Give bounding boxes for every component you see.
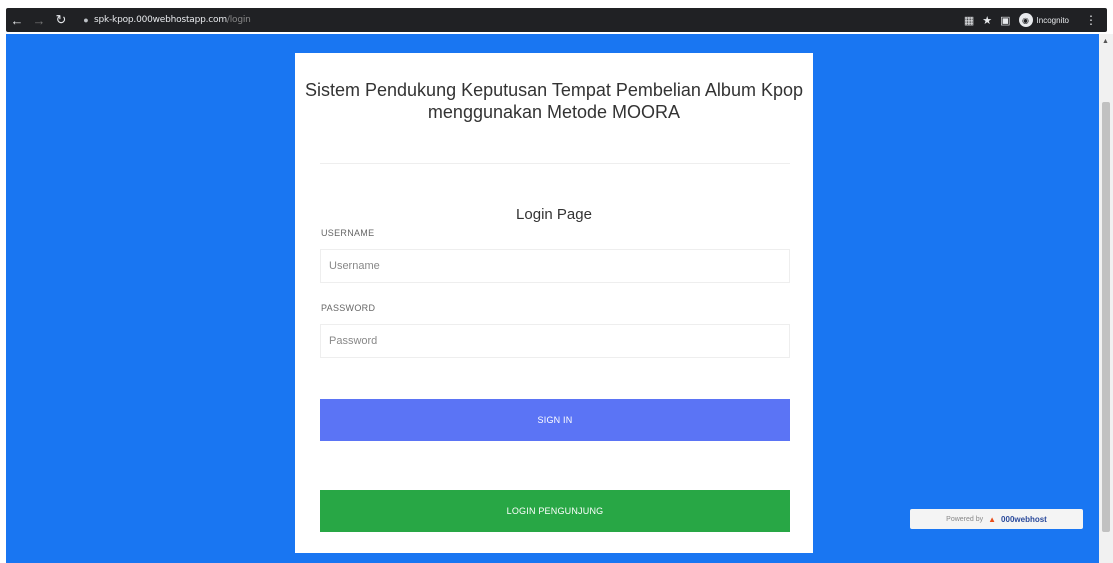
username-input[interactable] [320,249,790,283]
address-bar[interactable]: spk-kpop.000webhostapp.com/login [94,15,251,25]
divider [320,163,790,164]
page-viewport: Sistem Pendukung Keputusan Tempat Pembel… [6,34,1099,563]
incognito-indicator[interactable]: ◉ Incognito [1018,13,1069,27]
lock-icon[interactable]: ● [78,15,94,25]
page-title: Sistem Pendukung Keputusan Tempat Pembel… [305,80,803,122]
page-scrollbar[interactable]: ▲ [1099,34,1113,563]
visitor-login-button[interactable]: LOGIN PENGUNJUNG [320,490,790,532]
webhost-logo-icon: ▲ [988,514,997,524]
url-host: spk-kpop.000webhostapp.com [94,15,227,25]
scroll-up-icon[interactable]: ▲ [1102,38,1109,45]
star-icon[interactable]: ★ [982,14,992,27]
browser-toolbar: ← → ↻ ● spk-kpop.000webhostapp.com/login… [6,8,1107,32]
login-heading: Login Page [516,206,592,223]
url-path: /login [226,15,251,25]
back-arrow-icon[interactable]: ← [6,8,28,32]
browser-chrome: ← → ↻ ● spk-kpop.000webhostapp.com/login… [0,0,1113,34]
reload-icon[interactable]: ↻ [50,8,72,32]
kebab-menu-icon[interactable]: ⋮ [1085,13,1097,27]
password-input[interactable] [320,324,790,358]
scroll-thumb[interactable] [1102,102,1110,532]
powered-by-text: Powered by [946,515,984,523]
tab-icon[interactable]: ▣ [1000,14,1010,27]
password-label: PASSWORD [321,303,376,313]
login-card: Sistem Pendukung Keputusan Tempat Pembel… [295,53,813,553]
powered-by-badge[interactable]: Powered by ▲ 000webhost [910,509,1083,529]
translate-icon[interactable]: ▦ [964,14,974,27]
incognito-label: Incognito [1036,15,1069,25]
incognito-icon: ◉ [1018,13,1033,27]
sign-in-button[interactable]: SIGN IN [320,399,790,441]
username-label: USERNAME [321,228,375,238]
forward-arrow-icon[interactable]: → [28,8,50,32]
powered-by-brand: 000webhost [1001,514,1047,524]
